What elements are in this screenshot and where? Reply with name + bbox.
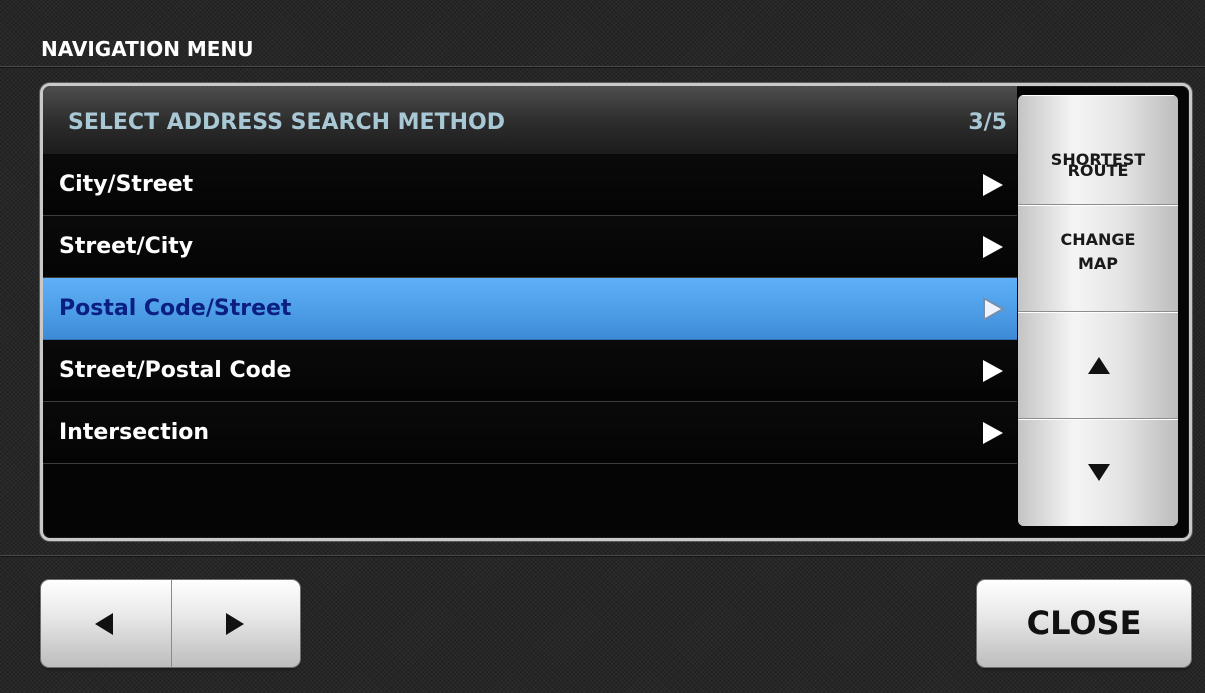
list-item-label: City/Street xyxy=(59,172,194,197)
chevron-right-icon xyxy=(983,174,1003,196)
list-header-title: SELECT ADDRESS SEARCH METHOD xyxy=(68,110,505,135)
triangle-up-icon xyxy=(1088,357,1110,374)
address-method-list: SELECT ADDRESS SEARCH METHOD 3/5 City/St… xyxy=(43,86,1017,538)
triangle-right-icon xyxy=(226,613,244,635)
list-item-intersection[interactable]: Intersection xyxy=(43,402,1017,464)
side-button-column: SHORTEST ROUTE CHANGE MAP xyxy=(1018,95,1178,526)
list-item-postal-code-street[interactable]: Postal Code/Street xyxy=(43,278,1017,340)
menu-panel: SELECT ADDRESS SEARCH METHOD 3/5 City/St… xyxy=(40,83,1192,541)
chevron-right-icon xyxy=(983,236,1003,258)
close-button[interactable]: CLOSE xyxy=(977,580,1191,667)
list-item-street-city[interactable]: Street/City xyxy=(43,216,1017,278)
list-item-city-street[interactable]: City/Street xyxy=(43,154,1017,216)
list-item-label: Street/Postal Code xyxy=(59,358,292,383)
bottom-divider xyxy=(0,555,1205,556)
shortest-route-line2: ROUTE xyxy=(1067,161,1129,180)
list-item-label: Street/City xyxy=(59,234,194,259)
scroll-down-button[interactable] xyxy=(1018,419,1178,526)
screen-title: NAVIGATION MENU xyxy=(41,37,254,61)
change-map-button[interactable]: CHANGE MAP xyxy=(1018,205,1178,312)
chevron-right-icon xyxy=(983,422,1003,444)
scroll-up-button[interactable] xyxy=(1018,312,1178,419)
next-button[interactable] xyxy=(172,580,300,667)
list-item-label: Postal Code/Street xyxy=(59,296,292,321)
chevron-right-icon xyxy=(985,300,1001,318)
previous-button[interactable] xyxy=(41,580,172,667)
triangle-down-icon xyxy=(1088,464,1110,481)
change-map-line1: CHANGE xyxy=(1060,230,1136,249)
list-item-street-postal-code[interactable]: Street/Postal Code xyxy=(43,340,1017,402)
prev-next-button-group xyxy=(41,580,300,667)
close-button-label: CLOSE xyxy=(1026,604,1142,642)
page-indicator: 3/5 xyxy=(968,110,1007,135)
shortest-route-button[interactable]: SHORTEST ROUTE xyxy=(1018,95,1178,205)
top-divider xyxy=(0,66,1205,67)
triangle-left-icon xyxy=(95,613,113,635)
list-header: SELECT ADDRESS SEARCH METHOD 3/5 xyxy=(43,86,1017,154)
change-map-line2: MAP xyxy=(1077,254,1119,273)
chevron-right-icon xyxy=(983,360,1003,382)
list-item-label: Intersection xyxy=(59,420,210,445)
